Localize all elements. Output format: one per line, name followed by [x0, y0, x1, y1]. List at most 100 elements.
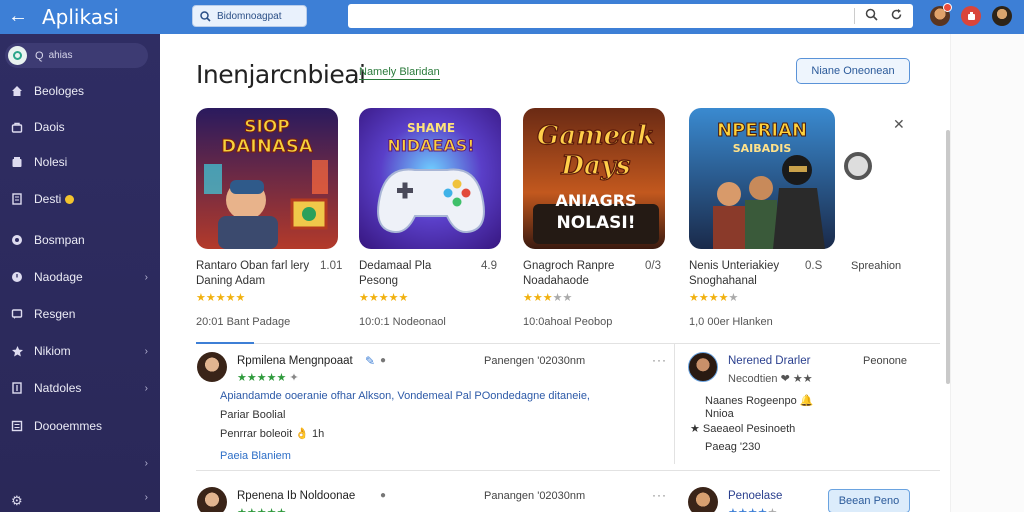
sidebar-item-label: Nolesi: [34, 155, 68, 169]
reviewer-name[interactable]: Penoelase: [728, 490, 782, 502]
sidebar-item-label: Nikiom: [34, 344, 71, 358]
svg-text:NPERIAN: NPERIAN: [717, 120, 807, 141]
app-title[interactable]: Nenis Unteriakiey: [689, 260, 779, 272]
sidebar-item-label: Doooemmes: [34, 419, 103, 433]
app-thumbnail[interactable]: Gameak Days ANIAGRS NOLASI!: [523, 108, 665, 249]
chevron-right-icon[interactable]: ›: [145, 383, 148, 394]
lens-icon: [844, 152, 872, 180]
chevron-right-icon[interactable]: ›: [145, 492, 148, 503]
sidebar-item-8[interactable]: Natdoles ›: [0, 376, 160, 400]
reviewer-avatar[interactable]: [688, 487, 718, 512]
page-title: Inenjarcnbieai: [196, 60, 366, 89]
star-rating: ★★★★★ ✦: [237, 372, 299, 384]
sidebar-item-3[interactable]: Desti: [0, 187, 160, 211]
chevron-right-icon[interactable]: ›: [145, 458, 148, 469]
sidebar-item-label: Naodage: [34, 270, 83, 284]
right-gutter: [950, 34, 1024, 512]
svg-text:SIOP: SIOP: [244, 117, 289, 137]
svg-text:Gameak: Gameak: [537, 121, 655, 151]
star-rating: ★★★★★: [237, 506, 286, 512]
top-bar: ← Aplikasi Bidomnoagpat: [0, 0, 1024, 34]
sidebar-item-label: Bosmpan: [34, 233, 85, 247]
app-thumbnail[interactable]: SIOP DAINASA: [196, 108, 338, 249]
close-icon[interactable]: ✕: [893, 116, 905, 133]
sidebar-search[interactable]: Q ahias: [5, 43, 148, 68]
sidebar-item-label: Natdoles: [34, 381, 82, 395]
app-card[interactable]: SHAME NIDAEAS! Dedamaal Pla 4.9 Pesong ★…: [359, 108, 505, 328]
sidebar-item-4[interactable]: Bosmpan: [0, 228, 160, 252]
reviewer-name[interactable]: Nerened Drarler: [728, 355, 810, 367]
sidebar-item-label: Daois: [34, 120, 65, 134]
header-action-button[interactable]: Niane Oneonean: [796, 58, 910, 84]
review-text: Naanes Rogeenpo 🔔: [705, 395, 814, 407]
file-icon: [10, 192, 24, 206]
svg-text:NIDAEAS!: NIDAEAS!: [387, 136, 474, 155]
chevron-right-icon[interactable]: ›: [145, 272, 148, 283]
app-card[interactable]: SIOP DAINASA Rantaro Oban farl lery 1.01…: [196, 108, 342, 328]
review-text: ★ Saeaeol Pesinoeth: [690, 423, 796, 435]
sidebar-item-6[interactable]: Resgen: [0, 302, 160, 326]
app-card[interactable]: NPERIAN SAIBADIS Nenis Unteriakiey 0.S S…: [689, 108, 835, 328]
app-thumbnail[interactable]: SHAME NIDAEAS!: [359, 108, 501, 249]
sidebar: Q ahias Beologes Daois Nolesi Desti Bosm…: [0, 34, 160, 512]
star-rating: ★★★★★: [359, 292, 409, 304]
info-icon[interactable]: ●: [380, 490, 386, 501]
app-card[interactable]: Gameak Days ANIAGRS NOLASI! Gnagroch Ran…: [523, 108, 669, 328]
notification-badge: [943, 3, 952, 12]
app-version: 1.01: [320, 260, 343, 272]
sidebar-item-label: Desti: [34, 192, 62, 206]
more-options-icon[interactable]: ···: [652, 353, 667, 367]
more-options-icon[interactable]: ···: [652, 488, 667, 502]
sidebar-item-0[interactable]: Beologes: [0, 79, 160, 103]
bag-icon: [10, 120, 24, 134]
info-icon[interactable]: ●: [380, 355, 386, 366]
review-text: Paeag '230: [705, 441, 761, 453]
reviewer-avatar[interactable]: [197, 487, 227, 512]
reviewer-name[interactable]: Rpmilena Mengnpoaat: [237, 355, 353, 367]
reviewer-name[interactable]: Rpenena Ib Noldoonae: [237, 490, 355, 502]
follow-button[interactable]: Beean Peno: [828, 489, 910, 512]
review-text: Pariar Boolial: [220, 409, 286, 421]
header-action-label: Niane Oneonean: [811, 65, 895, 77]
app-subtitle: Pesong: [359, 275, 399, 287]
sidebar-item-1[interactable]: Daois: [0, 115, 160, 139]
review-text: Apiandamde ooeranie ofhar Alkson, Vondem…: [220, 390, 590, 402]
star-rating: ★★★★★: [689, 292, 739, 304]
app-thumbnail[interactable]: NPERIAN SAIBADIS: [689, 108, 835, 249]
app-title: Aplikasi: [42, 5, 119, 29]
review-text: Necodtien ❤ ★★: [728, 373, 813, 385]
sidebar-item-2[interactable]: Nolesi: [0, 150, 160, 174]
sidebar-item-label: Beologes: [34, 84, 85, 98]
notifications-icon[interactable]: [961, 6, 981, 26]
edit-icon[interactable]: ✎: [365, 354, 375, 368]
chevron-right-icon[interactable]: ›: [145, 346, 148, 357]
reviewer-avatar[interactable]: [688, 352, 718, 382]
app-version: 0.S: [805, 260, 823, 272]
subtitle-link[interactable]: Namely Blaridan: [359, 66, 440, 80]
app-subtitle: Daning Adam: [196, 275, 266, 287]
main-content: Inenjarcnbieai Namely Blaridan Niane One…: [160, 34, 950, 512]
app-subtitle: Noadahaode: [523, 275, 589, 287]
reviewer-avatar[interactable]: [197, 352, 227, 382]
back-arrow-icon[interactable]: ←: [8, 6, 28, 26]
clock-icon: [10, 270, 24, 284]
address-bar[interactable]: [348, 4, 913, 28]
address-divider: [854, 8, 855, 24]
search-icon[interactable]: [865, 8, 878, 21]
sidebar-item-9[interactable]: Doooemmes: [0, 414, 160, 438]
profile-avatar[interactable]: [992, 6, 1012, 26]
top-search-box[interactable]: Bidomnoagpat: [192, 5, 307, 27]
refresh-icon[interactable]: [890, 8, 903, 21]
app-title[interactable]: Gnagroch Ranpre: [523, 260, 614, 272]
app-title[interactable]: Rantaro Oban farl lery: [196, 260, 309, 272]
review-link[interactable]: Paeia Blaniem: [220, 450, 291, 462]
star-rating: ★★★★★: [728, 506, 777, 512]
settings-icon[interactable]: ⚙: [11, 493, 23, 509]
app-title[interactable]: Dedamaal Pla: [359, 260, 431, 272]
app-version: 4.9: [481, 260, 497, 272]
sidebar-item-7[interactable]: Nikiom ›: [0, 339, 160, 363]
sidebar-item-5[interactable]: Naodage ›: [0, 265, 160, 289]
box-icon: [10, 155, 24, 169]
sidebar-search-text: ahias: [48, 50, 73, 61]
svg-text:DAINASA: DAINASA: [221, 136, 313, 157]
